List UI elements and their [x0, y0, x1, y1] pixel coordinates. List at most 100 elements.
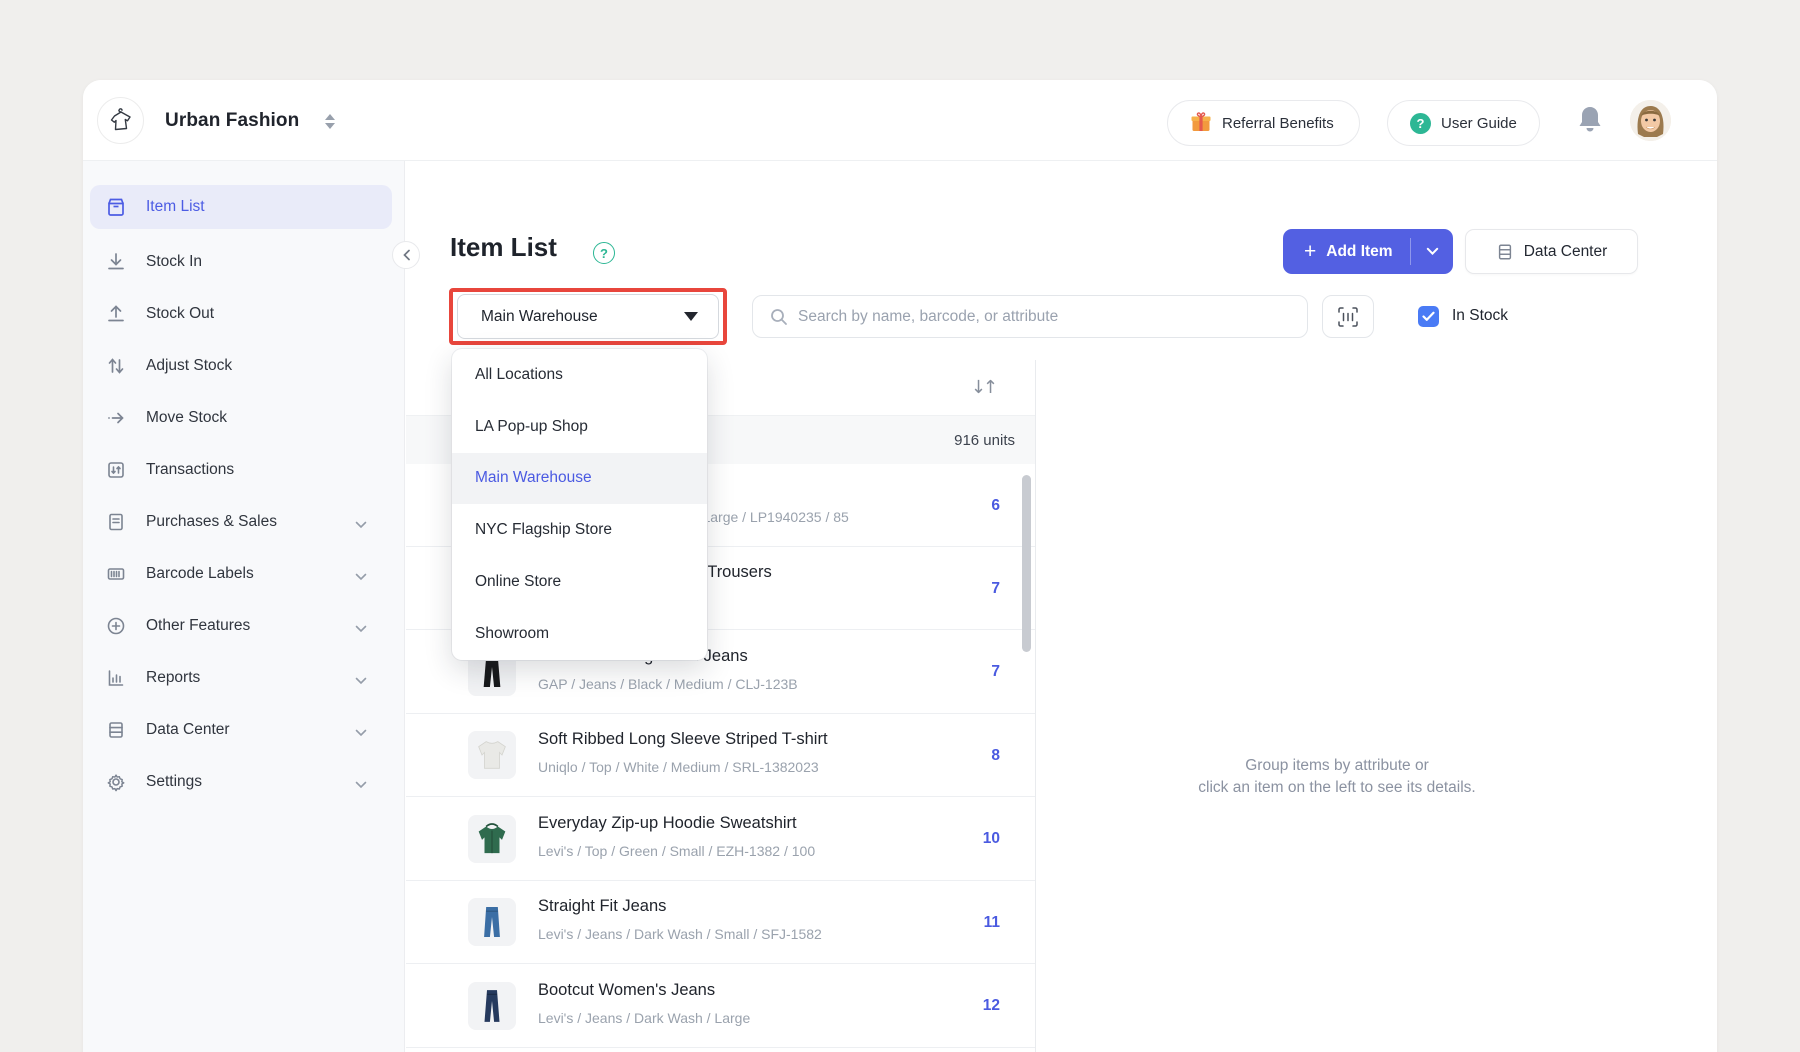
item-thumbnail: [468, 898, 516, 946]
sidebar-item-stock-out[interactable]: Stock Out: [90, 292, 392, 336]
help-icon[interactable]: ?: [593, 242, 615, 264]
item-quantity: 10: [983, 798, 1000, 881]
workspace-name: Urban Fashion: [165, 80, 299, 161]
plus-circle-icon: [105, 615, 127, 637]
page-title: Item List: [450, 232, 557, 263]
chevron-down-icon: [355, 620, 367, 638]
sidebar-item-reports[interactable]: Reports: [90, 656, 392, 700]
item-quantity: 6: [991, 464, 1000, 547]
sidebar-item-other-features[interactable]: Other Features: [90, 604, 392, 648]
add-item-button[interactable]: + Add Item: [1283, 229, 1453, 274]
bell-icon: [1575, 104, 1605, 136]
check-icon: [1422, 311, 1435, 322]
user-guide-button[interactable]: ? User Guide: [1387, 100, 1540, 146]
item-name: Everyday Zip-up Hoodie Sweatshirt: [538, 814, 797, 833]
item-attributes: Levi's / Top / Green / Small / EZH-1382 …: [538, 843, 815, 859]
dark-jeans-image: [472, 986, 512, 1026]
sidebar-item-transactions[interactable]: Transactions: [90, 448, 392, 492]
stock-in-icon: [105, 251, 127, 273]
sidebar-item-adjust-stock[interactable]: Adjust Stock: [90, 344, 392, 388]
data-center-label: Data Center: [1524, 243, 1608, 261]
data-center-button[interactable]: Data Center: [1465, 229, 1638, 274]
sidebar-item-stock-in[interactable]: Stock In: [90, 240, 392, 284]
item-row[interactable]: Straight Fit Jeans Levi's / Jeans / Dark…: [406, 881, 1035, 964]
detail-panel: Group items by attribute or click an ite…: [1036, 360, 1638, 1052]
search-input[interactable]: [798, 308, 1278, 326]
item-name: Soft Ribbed Long Sleeve Striped T-shirt: [538, 730, 828, 749]
sidebar-item-purchases-sales[interactable]: Purchases & Sales: [90, 500, 392, 544]
document-icon: [105, 511, 127, 533]
workspace-switcher[interactable]: [321, 109, 339, 133]
sort-up-triangle: [325, 114, 335, 120]
plus-icon: +: [1304, 241, 1316, 262]
sidebar-item-label: Purchases & Sales: [146, 513, 277, 531]
item-row[interactable]: Bootcut Women's Jeans Levi's / Jeans / D…: [406, 965, 1035, 1048]
sidebar-item-settings[interactable]: Settings: [90, 760, 392, 804]
item-row[interactable]: Soft Ribbed Long Sleeve Striped T-shirt …: [406, 714, 1035, 797]
transactions-icon: [105, 459, 127, 481]
chevron-down-icon: [355, 724, 367, 742]
barcode-scan-button[interactable]: [1322, 295, 1374, 338]
empty-state-line2: click an item on the left to see its det…: [1198, 777, 1475, 799]
item-attributes: h / Large / LP1940235 / 85: [683, 509, 849, 525]
item-quantity: 12: [983, 965, 1000, 1048]
app-card: Urban Fashion Referral Benefits ? User G…: [83, 80, 1717, 1052]
chevron-down-icon: [355, 776, 367, 794]
dropdown-option-la-popup-shop[interactable]: LA Pop-up Shop: [452, 401, 707, 453]
database-icon: [1496, 243, 1514, 261]
sidebar-item-barcode-labels[interactable]: Barcode Labels: [90, 552, 392, 596]
app-root: Urban Fashion Referral Benefits ? User G…: [0, 0, 1800, 1052]
tshirt-hanger-icon: [106, 106, 136, 136]
dropdown-option-all-locations[interactable]: All Locations: [452, 349, 707, 401]
notifications-bell-button[interactable]: [1575, 104, 1607, 138]
blue-jeans-image: [472, 902, 512, 942]
sort-down-triangle: [325, 123, 335, 129]
question-circle-icon: ?: [1410, 113, 1431, 134]
dropdown-option-main-warehouse[interactable]: Main Warehouse: [452, 453, 707, 505]
location-select[interactable]: Main Warehouse: [457, 294, 719, 339]
dropdown-option-showroom[interactable]: Showroom: [452, 608, 707, 660]
green-hoodie-image: [472, 819, 512, 859]
sidebar-item-label: Item List: [146, 198, 205, 216]
sidebar-item-label: Settings: [146, 773, 202, 791]
dropdown-option-online-store[interactable]: Online Store: [452, 556, 707, 608]
item-row[interactable]: Everyday Zip-up Hoodie Sweatshirt Levi's…: [406, 798, 1035, 881]
empty-state-line1: Group items by attribute or: [1198, 755, 1475, 777]
item-name: Bootcut Women's Jeans: [538, 981, 715, 1000]
sort-order-button[interactable]: ↓↑: [971, 377, 995, 398]
sidebar-item-label: Adjust Stock: [146, 357, 232, 375]
dropdown-option-nyc-flagship-store[interactable]: NYC Flagship Store: [452, 504, 707, 556]
adjust-stock-icon: [105, 355, 127, 377]
item-quantity: 8: [991, 714, 1000, 797]
user-avatar[interactable]: [1630, 100, 1671, 141]
item-attributes: Uniqlo / Top / White / Medium / SRL-1382…: [538, 759, 819, 775]
top-header: Urban Fashion Referral Benefits ? User G…: [83, 80, 1717, 161]
caret-down-icon: [684, 312, 698, 321]
sidebar-item-label: Stock In: [146, 253, 202, 271]
user-guide-label: User Guide: [1441, 115, 1517, 132]
sidebar-item-data-center[interactable]: Data Center: [90, 708, 392, 752]
gift-icon: [1190, 112, 1212, 134]
list-scrollbar-thumb[interactable]: [1022, 475, 1031, 652]
sidebar-item-item-list[interactable]: Item List: [90, 185, 392, 229]
item-name: Straight Fit Jeans: [538, 897, 666, 916]
item-attributes: Levi's / Jeans / Dark Wash / Large: [538, 1010, 750, 1026]
bar-chart-icon: [105, 667, 127, 689]
add-item-label: Add Item: [1326, 243, 1392, 261]
workspace-logo: [97, 97, 144, 144]
database-icon: [105, 719, 127, 741]
sidebar-item-label: Stock Out: [146, 305, 214, 323]
stock-out-icon: [105, 303, 127, 325]
search-icon: [770, 308, 788, 326]
in-stock-checkbox[interactable]: [1418, 306, 1439, 327]
add-item-dropdown-button[interactable]: [1411, 229, 1453, 274]
sidebar-item-move-stock[interactable]: Move Stock: [90, 396, 392, 440]
location-select-value: Main Warehouse: [481, 308, 598, 326]
item-quantity: 7: [991, 547, 1000, 630]
item-thumbnail: [468, 731, 516, 779]
sidebar-collapse-button[interactable]: [392, 241, 420, 269]
referral-benefits-button[interactable]: Referral Benefits: [1167, 100, 1360, 146]
item-quantity: 7: [991, 631, 1000, 714]
gear-icon: [105, 771, 127, 793]
item-thumbnail: [468, 982, 516, 1030]
